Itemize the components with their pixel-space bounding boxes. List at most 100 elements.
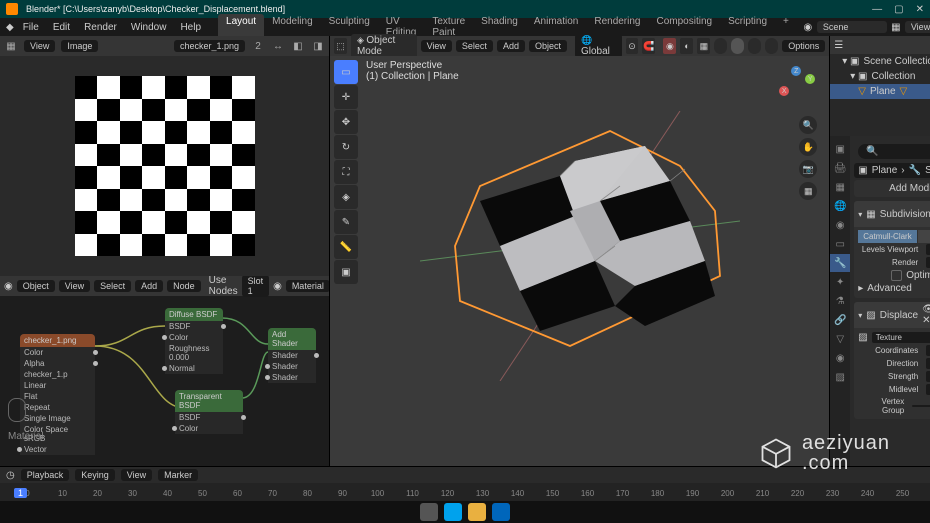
proptab-object-icon[interactable]: ▭ — [830, 235, 850, 253]
tl-keying[interactable]: Keying — [75, 469, 115, 481]
node-mode[interactable]: Object — [17, 280, 55, 292]
tool-annotate-icon[interactable]: ✎ — [334, 210, 358, 234]
vp-select[interactable]: Select — [456, 40, 493, 52]
proptab-viewlayer-icon[interactable]: ▦ — [830, 178, 850, 196]
shading-matprev[interactable] — [748, 38, 761, 54]
proptab-material-icon[interactable]: ◉ — [830, 349, 850, 367]
nav-pan-icon[interactable]: ✋ — [799, 138, 817, 156]
axis-x[interactable]: X — [779, 86, 789, 96]
taskbar-app-1[interactable] — [420, 503, 438, 521]
editor-type-icon[interactable]: ▦ — [4, 39, 18, 53]
displace-texture[interactable]: Texture — [872, 332, 930, 343]
proptab-world-icon[interactable]: ◉ — [830, 216, 850, 234]
optimal-display-checkbox[interactable] — [891, 270, 902, 281]
shading-solid[interactable] — [731, 38, 744, 54]
node-editor-type-icon[interactable]: ◉ — [4, 281, 13, 292]
add-modifier-button[interactable]: Add Modifier — [854, 180, 930, 197]
img-btn-2[interactable]: ↔ — [271, 39, 285, 53]
node-diffuse-bsdf[interactable]: Diffuse BSDF BSDF Color Roughness 0.000 … — [165, 308, 223, 374]
vp-view[interactable]: View — [421, 40, 452, 52]
nav-camera-icon[interactable]: 📷 — [799, 160, 817, 178]
imgedit-view[interactable]: View — [24, 40, 55, 52]
img-btn-3[interactable]: ◧ — [291, 39, 305, 53]
subdiv-viewport-levels[interactable]: 3 — [926, 244, 930, 255]
img-btn-4[interactable]: ◨ — [311, 39, 325, 53]
tl-marker[interactable]: Marker — [158, 469, 198, 481]
outliner-type-icon[interactable]: ☰ — [834, 40, 843, 51]
displace-midlevel[interactable]: 0.500 — [926, 384, 930, 395]
menu-file[interactable]: File — [18, 20, 44, 35]
displace-vgroup[interactable] — [912, 405, 930, 407]
proptab-mesh-icon[interactable]: ▽ — [830, 330, 850, 348]
timeline-track[interactable]: 1 01020304050607080901001101201301401501… — [0, 483, 930, 503]
proptab-texture-icon[interactable]: ▨ — [830, 368, 850, 386]
playhead[interactable]: 1 — [14, 488, 27, 498]
nav-zoom-icon[interactable]: 🔍 — [799, 116, 817, 134]
outliner-collection[interactable]: ▾ ▣Collection☑ 👁 — [830, 69, 930, 84]
vp-xray-icon[interactable]: ▦ — [697, 38, 710, 54]
vp-snap-icon[interactable]: 🧲 — [642, 38, 655, 54]
prop-search[interactable]: 🔍 — [858, 144, 930, 159]
proptab-scene-icon[interactable]: 🌐 — [830, 197, 850, 215]
node-graph[interactable]: checker_1.png Color Alpha checker_1.p Li… — [0, 296, 329, 446]
proptab-output-icon[interactable]: 🖨 — [830, 159, 850, 177]
taskbar-edge-icon[interactable] — [444, 503, 462, 521]
tool-cursor-icon[interactable]: ✛ — [334, 85, 358, 109]
displace-direction[interactable]: Normal — [926, 358, 930, 369]
taskbar-app-4[interactable] — [492, 503, 510, 521]
vp-options[interactable]: Options — [782, 40, 825, 52]
close-button[interactable]: ✕ — [916, 4, 924, 15]
node-select[interactable]: Select — [94, 280, 131, 292]
menu-edit[interactable]: Edit — [48, 20, 75, 35]
vp-mode-select[interactable]: ◈ Object Mode — [351, 34, 417, 58]
menu-help[interactable]: Help — [175, 20, 206, 35]
material-field[interactable]: Material — [286, 280, 329, 292]
outliner-scene-collection[interactable]: ▾ ▣Scene Collection — [830, 54, 930, 69]
axis-y[interactable]: Y — [805, 74, 815, 84]
tool-measure-icon[interactable]: 📏 — [334, 235, 358, 259]
vp-gizmo-icon[interactable]: ◉ — [663, 38, 676, 54]
proptab-modifier-icon[interactable]: 🔧 — [830, 254, 850, 272]
shading-wireframe[interactable] — [714, 38, 727, 54]
shading-rendered[interactable] — [765, 38, 778, 54]
displace-coords[interactable]: Local — [926, 345, 930, 356]
node-add[interactable]: Add — [135, 280, 163, 292]
tool-addcube-icon[interactable]: ▣ — [334, 260, 358, 284]
subdiv-simple[interactable]: Simple — [918, 230, 930, 243]
outliner-plane[interactable]: ▽Plane▽👁 — [830, 84, 930, 99]
img-btn-1[interactable]: 2 — [251, 39, 265, 53]
3d-view[interactable]: ▭ ✛ ✥ ↻ ⛶ ◈ ✎ 📏 ▣ User Perspective (1) C… — [330, 56, 829, 466]
orientation-gizmo[interactable]: X Y Z — [779, 66, 819, 106]
vp-editor-icon[interactable]: ⬚ — [334, 38, 347, 54]
nav-persp-icon[interactable]: ▦ — [799, 182, 817, 200]
image-name-field[interactable]: checker_1.png — [174, 40, 245, 52]
image-view[interactable] — [0, 56, 329, 276]
timeline-icon[interactable]: ◷ — [6, 470, 15, 481]
tl-view[interactable]: View — [121, 469, 152, 481]
tl-playback[interactable]: Playback — [21, 469, 70, 481]
node-transparent-bsdf[interactable]: Transparent BSDF BSDF Color — [175, 390, 243, 434]
proptab-particle-icon[interactable]: ✦ — [830, 273, 850, 291]
menu-window[interactable]: Window — [126, 20, 172, 35]
vp-orient[interactable]: 🌐 Global — [575, 34, 622, 58]
tool-scale-icon[interactable]: ⛶ — [334, 160, 358, 184]
menu-render[interactable]: Render — [79, 20, 122, 35]
axis-z[interactable]: Z — [791, 66, 801, 76]
subdiv-catmull[interactable]: Catmull-Clark — [858, 230, 917, 243]
taskbar-explorer-icon[interactable] — [468, 503, 486, 521]
slot-field[interactable]: Slot 1 — [242, 276, 270, 297]
proptab-physics-icon[interactable]: ⚗ — [830, 292, 850, 310]
node-node[interactable]: Node — [167, 280, 201, 292]
node-view[interactable]: View — [59, 280, 90, 292]
tool-rotate-icon[interactable]: ↻ — [334, 135, 358, 159]
proptab-render-icon[interactable]: ▣ — [830, 140, 850, 158]
vp-overlay-icon[interactable]: ◐ — [680, 38, 693, 54]
tool-select-icon[interactable]: ▭ — [334, 60, 358, 84]
maximize-button[interactable]: ▢ — [894, 4, 903, 15]
vp-object[interactable]: Object — [529, 40, 567, 52]
tool-transform-icon[interactable]: ◈ — [334, 185, 358, 209]
tool-move-icon[interactable]: ✥ — [334, 110, 358, 134]
displace-strength[interactable]: 3.410 — [926, 371, 930, 382]
imgedit-image-menu[interactable]: Image — [61, 40, 98, 52]
subdiv-advanced[interactable]: Advanced — [867, 283, 911, 294]
